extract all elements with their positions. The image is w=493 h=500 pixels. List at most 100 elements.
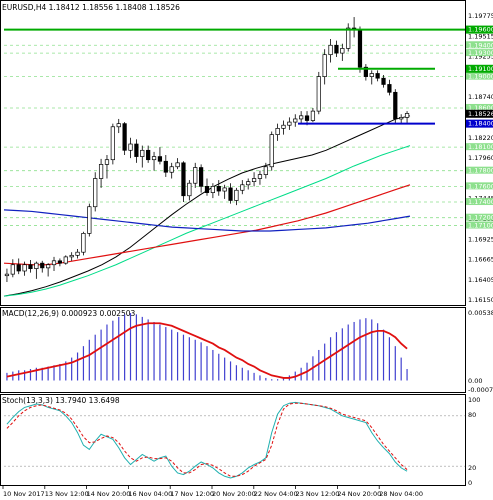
time-tick-label: 22 Nov 04:00 [254,490,298,498]
bull-candle [340,48,345,54]
green-level-tag-text: 1.17200 [468,214,493,222]
bull-candle [69,254,74,258]
bull-candle [246,181,251,186]
bull-candle [193,167,198,184]
price-axis: 1.197751.195151.192551.187401.182201.179… [466,12,493,304]
macd-axis-zero: 0.00 [468,377,482,385]
macd-axis-top: 0.005384 [468,309,493,317]
bear-candle [181,162,186,197]
time-tick-label: 16 Nov 04:00 [128,490,172,498]
bull-candle [369,73,374,77]
bull-candle [299,115,304,120]
green-level-tag-text: 1.19300 [468,49,493,57]
bear-candle [204,186,210,193]
price-tick-label: 1.16405 [468,276,493,284]
bull-candle [275,128,280,135]
bull-candle [93,178,98,208]
time-tick-label: 24 Nov 20:00 [337,490,381,498]
bear-candle [163,160,168,173]
bull-candle [251,178,257,182]
stoch-signal-line [6,402,408,477]
bull-candle [263,166,268,175]
ma-line-blue [3,209,411,232]
bear-candle [28,264,33,269]
stoch-axis-0: 0 [468,479,472,487]
time-tick-label: 20 Nov 20:00 [212,490,256,498]
stoch-pane-frame [0,394,466,486]
bull-candle [346,27,351,49]
bull-candle [10,264,15,275]
bull-candle [210,186,215,193]
bear-candle [228,187,233,201]
bear-candle [334,44,339,54]
bull-candle [140,149,145,157]
bull-candle [222,187,227,192]
time-tick-label: 28 Nov 04:00 [379,490,423,498]
bull-candle [98,164,104,179]
bull-candle [22,264,27,272]
price-tick-label: 1.18220 [468,134,493,142]
bear-candle [357,29,363,68]
bull-candle [4,273,10,277]
green-level-tag-text: 1.17100 [468,222,493,230]
bull-candle [75,251,80,256]
moving-average-lines [3,115,411,297]
bear-candle [134,143,139,157]
bull-candle [269,134,274,168]
bull-candle [399,117,404,120]
time-axis: 10 Nov 2017 13 Nov 12:0014 Nov 20:0016 No… [2,486,423,498]
price-tick-label: 1.16925 [468,235,493,243]
candlesticks [4,17,410,282]
bear-candle [40,262,45,269]
bear-candle [157,156,163,162]
bull-candle [310,110,316,121]
bull-candle [169,166,174,173]
bear-candle [375,73,380,79]
bull-candle [404,113,410,118]
macd-axis-bottom: -0.000748 [468,386,493,394]
bear-candle [381,77,386,85]
time-tick-label: 17 Nov 12:00 [170,490,214,498]
price-tick-label: 1.18740 [468,93,493,101]
bear-candle [57,260,63,264]
bull-candle [104,159,110,165]
bull-candle [240,184,245,191]
price-tick-label: 1.17960 [468,154,493,162]
current-price-tag-text: 1.18526 [468,110,493,118]
stoch-main-line [6,401,408,479]
time-tick-label: 14 Nov 20:00 [87,490,131,498]
bull-candle [322,54,327,77]
green-level-tag-text: 1.17800 [468,167,493,175]
green-level-tag-text: 1.19400 [468,41,493,49]
bull-candle [46,264,51,269]
trading-chart[interactable]: 1.197751.195151.192551.187401.182201.179… [0,0,493,500]
price-tick-label: 1.16150 [468,296,493,304]
bull-candle [316,76,321,112]
bear-candle [199,167,204,187]
bull-candle [175,162,180,168]
bear-candle [393,91,398,120]
bear-candle [146,149,151,161]
time-tick-label: 23 Nov 12:00 [296,490,340,498]
macd-indicator [6,313,408,381]
green-level-tag-text: 1.17600 [468,182,493,190]
bull-candle [234,189,239,201]
bull-candle [328,44,333,56]
ma-line-green [3,145,411,297]
green-level-tag-text: 1.17400 [468,198,493,206]
time-tick-label: 10 Nov 2017 [3,490,45,498]
price-pane-frame [0,0,466,306]
green-level-tag-text: 1.18100 [468,143,493,151]
stoch-axis-80: 80 [468,411,476,419]
bear-candle [216,186,221,192]
bull-candle [63,256,68,264]
bear-candle [16,264,21,272]
stochastic-indicator [4,401,465,479]
bull-candle [87,206,92,234]
price-tick-label: 1.19775 [468,12,493,20]
price-tick-label: 1.16665 [468,256,493,264]
support-tag-text: 1.18400 [468,120,493,128]
bull-candle [257,174,263,179]
resistance-tag-text: 1.19100 [468,65,493,73]
bull-candle [116,123,121,128]
